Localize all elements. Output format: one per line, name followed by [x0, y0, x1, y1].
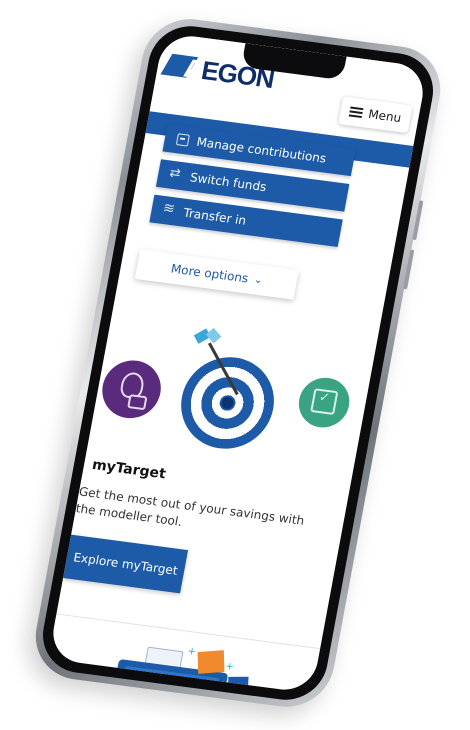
chevron-down-icon: ⌄	[253, 273, 264, 286]
calendar-clock-icon	[294, 374, 354, 431]
phone-screen: AEGON Menu Manage contributions Switch f…	[48, 32, 428, 694]
marketing-stage: AEGON Menu Manage contributions Switch f…	[0, 0, 470, 730]
action-label: Switch funds	[188, 170, 268, 195]
phone-mockup: AEGON Menu Manage contributions Switch f…	[28, 13, 448, 713]
book-icon	[197, 650, 225, 674]
more-options-button[interactable]: More options ⌄	[134, 249, 299, 300]
section-divider	[56, 613, 321, 650]
menu-button[interactable]: Menu	[338, 96, 413, 134]
sparkle-icon: +	[186, 645, 197, 658]
menu-label: Menu	[367, 107, 403, 126]
sparkle-icon: +	[224, 661, 235, 673]
action-label: Transfer in	[182, 205, 248, 228]
coins-icon	[163, 204, 177, 217]
mytarget-illustration	[87, 313, 376, 486]
switch-arrows-icon	[169, 169, 183, 182]
explore-mytarget-button[interactable]: Explore myTarget	[63, 534, 189, 594]
arrow-fletching	[205, 327, 222, 344]
mytarget-description: Get the most out of your savings with th…	[74, 484, 306, 529]
money-bag-icon	[97, 356, 166, 422]
mytarget-title: myTarget	[90, 456, 168, 483]
more-options-label: More options	[169, 261, 250, 286]
hamburger-icon	[348, 106, 364, 119]
calendar-icon	[175, 133, 190, 147]
